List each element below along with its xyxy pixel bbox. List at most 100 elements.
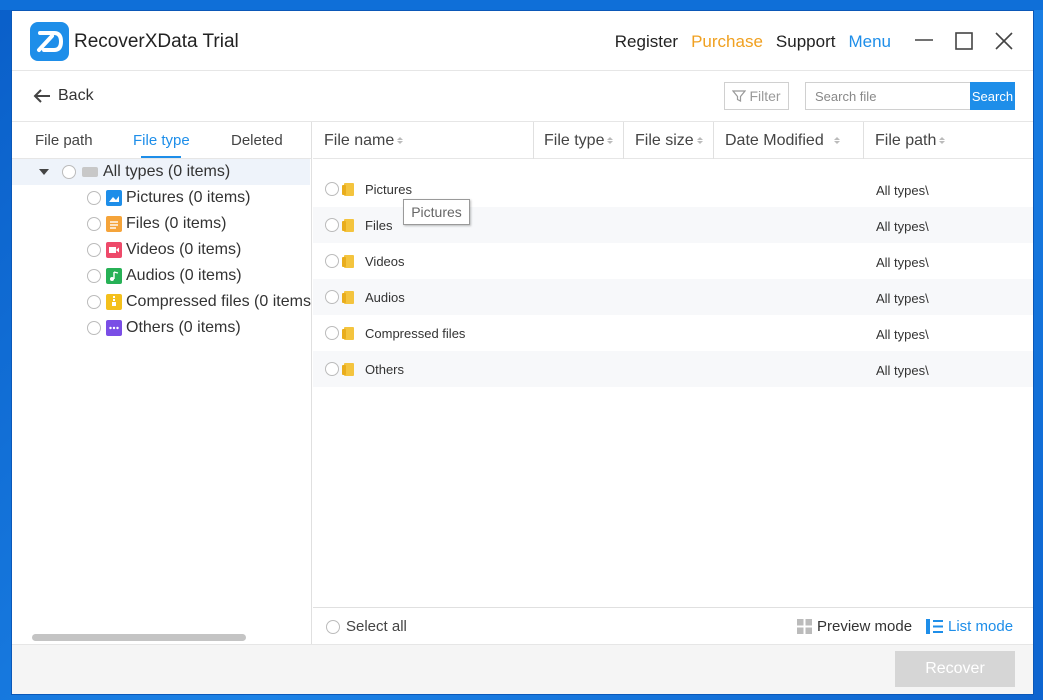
other-icon: [106, 320, 122, 336]
tree-item-label: Others (0 items): [126, 319, 241, 336]
table-row[interactable]: Compressed files All types\: [313, 315, 1033, 351]
table-row[interactable]: Others All types\: [313, 351, 1033, 387]
list-icon: [926, 619, 943, 634]
back-label: Back: [58, 87, 94, 104]
row-radio[interactable]: [325, 290, 339, 304]
list-mode-label: List mode: [948, 618, 1014, 635]
support-link[interactable]: Support: [776, 32, 836, 52]
tree-item-compressed-files[interactable]: Compressed files (0 items): [87, 289, 312, 315]
drive-icon: [82, 167, 98, 177]
tree-radio[interactable]: [62, 165, 76, 179]
maximize-icon[interactable]: [951, 28, 977, 54]
tooltip: Pictures: [403, 199, 470, 225]
sort-icon: [607, 137, 614, 144]
tree-item-audios[interactable]: Audios (0 items): [87, 263, 242, 289]
footer-bar: Recover: [12, 644, 1033, 694]
tab-deleted[interactable]: Deleted: [231, 132, 283, 149]
row-file-path: All types\: [876, 363, 929, 378]
tree-item-others[interactable]: Others (0 items): [87, 315, 241, 341]
select-all-label: Select all: [346, 618, 407, 635]
folder-icon: [342, 290, 354, 304]
close-icon[interactable]: [991, 28, 1017, 54]
row-file-path: All types\: [876, 327, 929, 342]
tab-file-type[interactable]: File type: [133, 132, 190, 149]
tree-item-label: All types (0 items): [103, 163, 231, 180]
column-label: File path: [875, 131, 937, 149]
table-row[interactable]: Videos All types\: [313, 243, 1033, 279]
tree-item-all-types[interactable]: All types (0 items): [12, 159, 310, 185]
tree-item-files[interactable]: Files (0 items): [87, 211, 226, 237]
list-mode-button[interactable]: List mode: [926, 618, 1013, 635]
video-icon: [106, 242, 122, 258]
header-links: Register Purchase Support Menu: [615, 32, 891, 52]
row-radio[interactable]: [325, 218, 339, 232]
table-header: File name File type File size Date Modif…: [313, 122, 1033, 159]
active-tab-indicator: [141, 156, 181, 158]
desktop-background: [0, 0, 1043, 10]
row-file-name: Pictures: [365, 181, 412, 197]
picture-icon: [106, 190, 122, 206]
document-icon: [106, 216, 122, 232]
column-file-path[interactable]: File path: [864, 122, 946, 159]
tree-item-label: Audios (0 items): [126, 267, 242, 284]
app-window: RecoverXData Trial Register Purchase Sup…: [11, 10, 1034, 695]
select-all-radio[interactable]: [326, 619, 340, 634]
grid-icon: [797, 619, 812, 634]
column-label: File name: [324, 131, 395, 149]
preview-mode-button[interactable]: Preview mode: [797, 618, 912, 635]
column-date-modified[interactable]: Date Modified: [714, 122, 840, 159]
table-row[interactable]: Audios All types\: [313, 279, 1033, 315]
tree-radio[interactable]: [87, 191, 101, 205]
row-file-name: Audios: [365, 289, 405, 305]
tree-item-videos[interactable]: Videos (0 items): [87, 237, 241, 263]
row-radio[interactable]: [325, 362, 339, 376]
row-file-path: All types\: [876, 183, 929, 198]
minimize-icon[interactable]: [911, 28, 937, 54]
back-button[interactable]: Back: [32, 87, 94, 105]
filter-button[interactable]: Filter: [724, 82, 789, 110]
folder-icon: [342, 218, 354, 232]
row-radio[interactable]: [325, 254, 339, 268]
app-logo-icon: [30, 22, 69, 61]
purchase-link[interactable]: Purchase: [691, 32, 763, 52]
column-file-name[interactable]: File name: [313, 122, 404, 159]
sort-icon: [397, 137, 404, 144]
search-input[interactable]: [805, 82, 971, 110]
tree-item-pictures[interactable]: Pictures (0 items): [87, 185, 250, 211]
select-all-option[interactable]: Select all: [326, 618, 407, 635]
tree-radio[interactable]: [87, 321, 101, 335]
column-file-size[interactable]: File size: [624, 122, 703, 159]
tree-radio[interactable]: [87, 217, 101, 231]
tree-radio[interactable]: [87, 243, 101, 257]
tab-file-path[interactable]: File path: [35, 132, 93, 149]
caret-down-icon[interactable]: [39, 169, 49, 175]
tree-radio[interactable]: [87, 295, 101, 309]
row-file-name: Files: [365, 217, 393, 233]
app-title: RecoverXData Trial: [74, 31, 239, 52]
column-label: File size: [635, 131, 694, 149]
row-file-name: Compressed files: [365, 325, 466, 341]
toolbar: Back Filter Search: [12, 72, 1033, 122]
folder-icon: [342, 182, 354, 196]
search-button[interactable]: Search: [970, 82, 1015, 110]
tree-item-label: Compressed files (0 items): [126, 293, 312, 310]
filter-label: Filter: [749, 88, 781, 104]
row-file-path: All types\: [876, 255, 929, 270]
left-panel: File path File type Deleted All types (0…: [12, 122, 312, 644]
column-file-type[interactable]: File type: [533, 122, 614, 159]
row-file-path: All types\: [876, 219, 929, 234]
horizontal-scrollbar[interactable]: [32, 634, 246, 641]
tree-radio[interactable]: [87, 269, 101, 283]
sort-icon: [833, 137, 840, 144]
music-icon: [106, 268, 122, 284]
preview-mode-label: Preview mode: [817, 618, 913, 635]
sort-icon: [939, 137, 946, 144]
file-list-panel: File name File type File size Date Modif…: [313, 122, 1033, 607]
row-radio[interactable]: [325, 182, 339, 196]
row-radio[interactable]: [325, 326, 339, 340]
row-file-path: All types\: [876, 291, 929, 306]
folder-icon: [342, 254, 354, 268]
recover-button[interactable]: Recover: [895, 651, 1015, 687]
menu-link[interactable]: Menu: [848, 32, 891, 52]
register-link[interactable]: Register: [615, 32, 678, 52]
